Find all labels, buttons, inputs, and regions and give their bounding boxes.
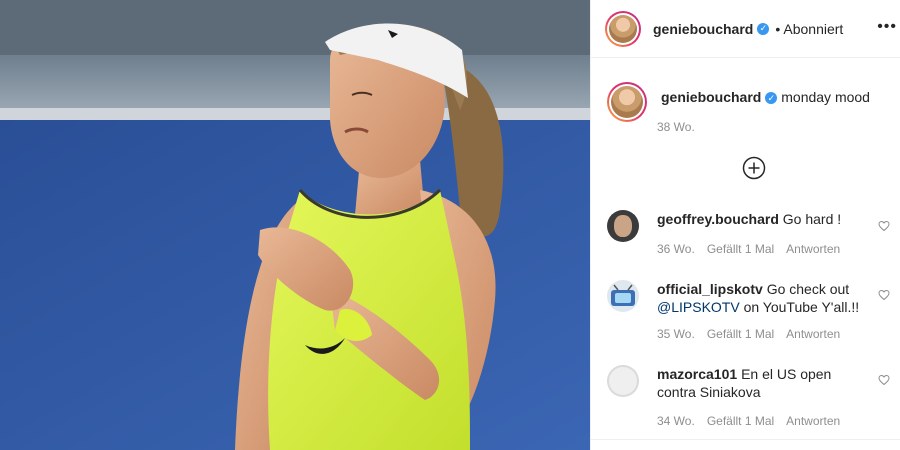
commenter-avatar[interactable] xyxy=(607,280,639,312)
commenter-avatar[interactable] xyxy=(607,210,639,242)
comment-likes[interactable]: Gefällt 1 Mal xyxy=(707,414,774,428)
verified-badge-icon: ✓ xyxy=(757,22,770,35)
follow-status[interactable]: • Abonniert xyxy=(775,21,843,37)
comment-username[interactable]: geoffrey.bouchard xyxy=(657,211,779,227)
comment-mention-link[interactable]: @LIPSKOTV xyxy=(657,299,740,315)
profile-picture xyxy=(611,86,643,118)
like-heart-icon[interactable] xyxy=(878,220,890,232)
verified-badge-icon: ✓ xyxy=(765,92,778,105)
more-dots-icon[interactable]: ••• xyxy=(877,18,897,36)
comment-username[interactable]: official_lipskotv xyxy=(657,281,763,297)
caption-avatar[interactable] xyxy=(607,82,647,122)
plus-circle-icon xyxy=(742,156,766,180)
tennis-player-photo xyxy=(0,0,590,450)
comment-reply-button[interactable]: Antworten xyxy=(786,242,840,256)
comment-meta: 36 Wo. Gefällt 1 Mal Antworten xyxy=(657,242,840,256)
post-photo[interactable] xyxy=(0,0,590,450)
comment-likes[interactable]: Gefällt 1 Mal xyxy=(707,242,774,256)
like-heart-icon[interactable] xyxy=(878,289,890,301)
comment-item: official_lipskotv Go check out @LIPSKOTV… xyxy=(607,280,871,316)
caption-username[interactable]: geniebouchard xyxy=(661,89,761,105)
comment-item: geoffrey.bouchard Go hard ! xyxy=(607,210,871,242)
comment-time[interactable]: 34 Wo. xyxy=(657,414,695,428)
comment-text: Go check out xyxy=(766,281,850,297)
caption-text: monday mood xyxy=(781,89,870,105)
profile-picture xyxy=(609,14,637,43)
comment-meta: 34 Wo. Gefällt 1 Mal Antworten xyxy=(657,414,840,428)
header-username[interactable]: geniebouchard xyxy=(653,21,753,37)
post-caption: geniebouchard ✓ monday mood xyxy=(607,82,870,122)
comment-meta: 35 Wo. Gefällt 1 Mal Antworten xyxy=(657,327,840,341)
comment-time[interactable]: 36 Wo. xyxy=(657,242,695,256)
comment-reply-button[interactable]: Antworten xyxy=(786,327,840,341)
comment-time[interactable]: 35 Wo. xyxy=(657,327,695,341)
comment-username[interactable]: mazorca101 xyxy=(657,366,737,382)
like-heart-icon[interactable] xyxy=(878,374,890,386)
comment-likes[interactable]: Gefällt 1 Mal xyxy=(707,327,774,341)
header-avatar[interactable] xyxy=(605,10,641,47)
tv-logo-icon xyxy=(611,284,635,306)
post-details-panel: geniebouchard ✓ • Abonniert ••• geniebou… xyxy=(590,0,900,450)
default-avatar-icon xyxy=(607,365,639,397)
load-more-comments-button[interactable] xyxy=(742,156,766,185)
comment-item: mazorca101 En el US open contra Siniakov… xyxy=(607,365,871,401)
comment-text: Go hard ! xyxy=(782,211,842,227)
comment-reply-button[interactable]: Antworten xyxy=(786,414,840,428)
commenter-avatar[interactable] xyxy=(607,365,639,397)
comment-text-continued: on YouTube Y'all.!! xyxy=(743,299,860,315)
actions-divider xyxy=(591,439,900,440)
post-header: geniebouchard ✓ • Abonniert ••• xyxy=(591,0,900,58)
caption-timestamp[interactable]: 38 Wo. xyxy=(657,120,695,134)
